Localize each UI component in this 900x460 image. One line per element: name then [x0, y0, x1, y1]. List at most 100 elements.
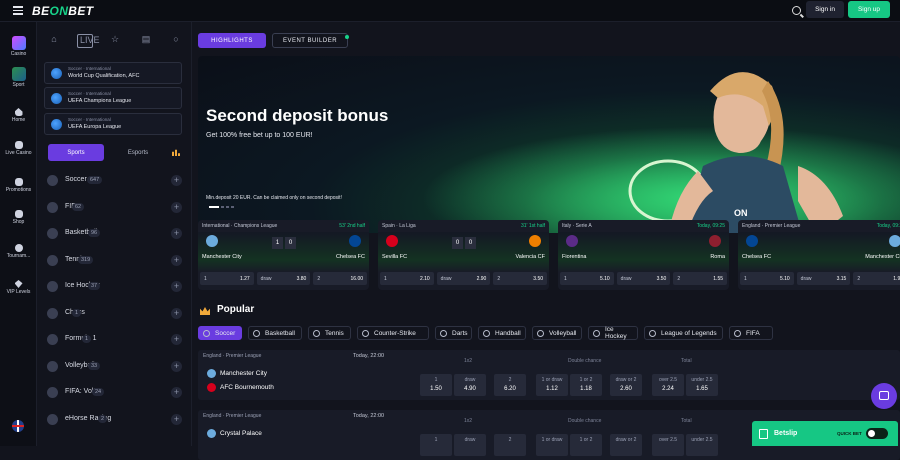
chip-basketball[interactable]: Basketball — [248, 326, 302, 340]
sign-in-button[interactable]: Sign in — [806, 1, 844, 18]
odd-away[interactable]: 2 1.55 — [673, 272, 728, 285]
odd-home[interactable]: 1 2.10 — [380, 272, 434, 285]
logo[interactable]: BEONBET — [32, 4, 94, 18]
home-icon[interactable]: ⌂ — [46, 34, 62, 48]
odd-button[interactable]: 1 or 2 1.18 — [570, 374, 602, 396]
chip-fifa[interactable]: FIFA — [729, 326, 773, 340]
odd-away[interactable]: 21.95 — [853, 272, 900, 285]
menu-icon[interactable] — [13, 6, 23, 15]
expand-icon[interactable]: + — [171, 307, 182, 319]
expand-icon[interactable]: + — [171, 413, 182, 425]
live-match-card[interactable]: Italy · Serie A Today, 09:25 Fiorentina Rom… — [558, 220, 729, 290]
chip-tennis[interactable]: Tennis — [308, 326, 351, 340]
odd-draw[interactable]: draw 2.90 — [436, 272, 491, 285]
odd-button[interactable]: draw — [454, 434, 486, 456]
chip-darts[interactable]: Darts — [435, 326, 472, 340]
odd-button[interactable]: over 2.5 2.24 — [652, 374, 684, 396]
expand-icon[interactable]: + — [171, 360, 182, 372]
match-league: England · Premier League — [203, 353, 262, 359]
odd-home[interactable]: 1 1.27 — [200, 272, 254, 285]
banner-pagination[interactable] — [209, 206, 239, 208]
tab-highlights[interactable]: HIGHLIGHTS — [198, 33, 266, 48]
odd-home[interactable]: 1 5.10 — [560, 272, 614, 285]
rail-vip-levels[interactable]: VIP Levels — [0, 280, 37, 295]
chip-volleyball[interactable]: Volleyball — [532, 326, 582, 340]
odd-button[interactable]: 2 6.20 — [494, 374, 526, 396]
rail-tournaments[interactable]: Tournam... — [0, 244, 37, 259]
live-match-card[interactable]: International · Champions League 53' 2nd … — [198, 220, 369, 290]
sport-row[interactable]: eHorse Racing 2 + — [44, 411, 186, 428]
sport-row[interactable]: FIFA: Volta 24 + — [44, 384, 186, 401]
sport-row[interactable]: Formula 1 1 + — [44, 331, 186, 348]
odd-button[interactable]: draw 4.90 — [454, 374, 486, 396]
rail-promotions[interactable]: Promotions — [0, 178, 37, 193]
sport-row[interactable]: Chess1+ — [44, 305, 186, 322]
card-time: Today, 09:25 — [876, 223, 900, 229]
promo-banner[interactable]: ON Second deposit bonus Get 100% free be… — [198, 56, 900, 233]
odd-button[interactable]: under 2.5 — [686, 434, 718, 456]
odd-button[interactable]: draw or 2 — [610, 434, 642, 456]
expand-icon[interactable]: + — [171, 387, 182, 398]
odd-button[interactable]: 2 — [494, 434, 526, 456]
rail-live-casino[interactable]: Live Casino — [0, 141, 37, 156]
expand-icon[interactable]: + — [171, 228, 182, 239]
live-icon[interactable]: LIVE — [77, 34, 100, 48]
search-icon[interactable] — [792, 6, 801, 15]
chip-ice-hockey[interactable]: Ice Hockey — [588, 326, 638, 340]
chip-counter-strike[interactable]: Counter-Strike — [357, 326, 429, 340]
bar-chart-icon[interactable] — [172, 149, 180, 156]
odd-button[interactable]: 1 or draw — [536, 434, 568, 456]
sign-up-button[interactable]: Sign up — [848, 1, 890, 18]
featured-league[interactable]: Soccer · International World Cup Qualifi… — [44, 62, 182, 84]
search-icon[interactable]: ○ — [168, 34, 184, 48]
tab-sports[interactable]: Sports — [48, 144, 104, 161]
market-label: 1x2 — [464, 418, 473, 424]
tab-event-builder[interactable]: EVENT BUILDER — [272, 33, 348, 48]
odd-draw[interactable]: draw 3.50 — [616, 272, 671, 285]
expand-icon[interactable]: + — [171, 201, 182, 213]
odd-button[interactable]: 1 1.50 — [420, 374, 452, 396]
language-flag-icon[interactable] — [12, 420, 24, 432]
odd-home[interactable]: 1 5.10 — [740, 272, 794, 285]
expand-icon[interactable]: + — [171, 254, 182, 266]
match-row[interactable]: England · Premier League Today, 22:00 Manc… — [198, 350, 900, 400]
odd-draw[interactable]: draw 3.15 — [796, 272, 851, 285]
sport-row[interactable]: Soccer 647 + — [44, 172, 186, 189]
rail-casino[interactable]: Casino — [0, 36, 37, 57]
expand-icon[interactable]: + — [171, 175, 182, 186]
odd-away[interactable]: 2 16.00 — [313, 272, 368, 285]
odd-button[interactable]: over 2.5 — [652, 434, 684, 456]
odd-button[interactable]: 1 — [420, 434, 452, 456]
odd-button[interactable]: under 2.5 1.65 — [686, 374, 718, 396]
coupon-icon[interactable]: ▤ — [138, 34, 154, 48]
live-match-card[interactable]: England · Premier LeagueToday, 09:25Chel… — [738, 220, 900, 290]
quick-bet-toggle[interactable] — [866, 428, 888, 439]
chip-league-of-legends[interactable]: League of Legends — [644, 326, 723, 340]
sport-row[interactable]: Tennis 319 + — [44, 252, 186, 269]
featured-league[interactable]: Soccer · International UEFA Champions Le… — [44, 87, 182, 109]
expand-icon[interactable]: + — [171, 281, 182, 292]
odd-button[interactable]: 1 or draw 1.12 — [536, 374, 568, 396]
rail-shop[interactable]: Shop — [0, 210, 37, 225]
sport-icon — [313, 330, 320, 337]
featured-league[interactable]: Soccer · International UEFA Europa Leagu… — [44, 113, 182, 135]
sport-row[interactable]: Ice Hockey 37 + — [44, 278, 186, 295]
sport-row[interactable]: Volleyball 33 + — [44, 358, 186, 375]
chat-icon[interactable] — [871, 383, 897, 409]
chip-label: Soccer — [215, 329, 236, 337]
chip-handball[interactable]: Handball — [478, 326, 526, 340]
expand-icon[interactable]: + — [171, 334, 182, 345]
odd-button[interactable]: 1 or 2 — [570, 434, 602, 456]
sport-row[interactable]: Basketball 96 + — [44, 225, 186, 242]
odd-draw[interactable]: draw 3.80 — [256, 272, 311, 285]
rail-home[interactable]: Home — [0, 108, 37, 123]
chip-soccer[interactable]: Soccer — [198, 326, 242, 340]
odd-away[interactable]: 2 3.50 — [493, 272, 548, 285]
star-icon[interactable]: ☆ — [107, 34, 123, 48]
live-match-card[interactable]: Spain · La Liga 31' 1st half 0 0 Sevilla FC V… — [378, 220, 549, 290]
betslip-bar[interactable]: Betslip QUICK BET — [752, 421, 898, 446]
rail-sport[interactable]: Sport — [0, 67, 37, 88]
tab-esports[interactable]: Esports — [110, 144, 166, 161]
odd-button[interactable]: draw or 2 2.60 — [610, 374, 642, 396]
sport-row[interactable]: FIFA62+ — [44, 199, 186, 216]
